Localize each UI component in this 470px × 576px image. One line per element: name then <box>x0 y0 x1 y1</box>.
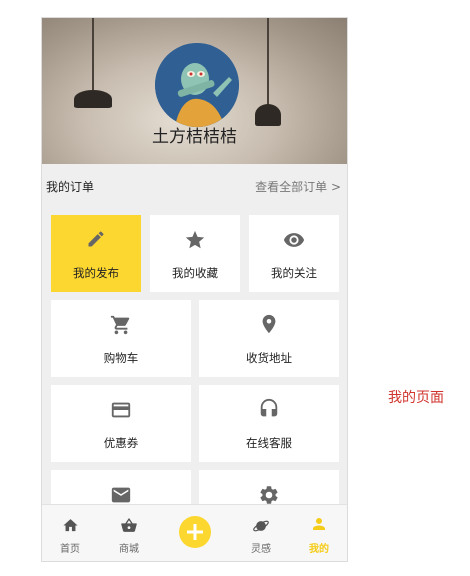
tile-coupons[interactable]: 优惠券 <box>51 385 191 462</box>
orders-title: 我的订单 <box>46 180 95 194</box>
shopping-basket-icon <box>121 518 137 532</box>
lamp-cord <box>92 18 94 90</box>
tab-mall[interactable]: 商城 <box>109 505 149 561</box>
publish-plus-button[interactable] <box>179 516 211 548</box>
tab-label: 我的 <box>309 544 329 555</box>
tile-my-follows[interactable]: 我的关注 <box>249 215 339 292</box>
tile-label: 我的收藏 <box>172 266 218 280</box>
planet-icon <box>253 520 269 532</box>
plus-icon <box>187 524 203 540</box>
profile-name: 土方桔桔桔 <box>152 127 237 147</box>
headphones-icon <box>260 398 278 417</box>
tile-label: 收货地址 <box>246 351 292 365</box>
page-caption: 我的页面 <box>388 390 444 406</box>
tile-label: 优惠券 <box>103 436 139 450</box>
bottom-tab-bar: 首页 商城 灵感 我的 <box>42 504 347 561</box>
tab-mine[interactable]: 我的 <box>299 505 339 561</box>
view-all-orders-link[interactable]: 查看全部订单 > <box>255 178 341 195</box>
tile-label: 购物车 <box>103 351 139 365</box>
tile-my-favorites[interactable]: 我的收藏 <box>150 215 240 292</box>
tile-customer-service[interactable]: 在线客服 <box>199 385 339 462</box>
tile-label: 在线客服 <box>246 436 292 450</box>
star-icon <box>185 230 205 249</box>
tile-my-posts[interactable]: 我的发布 <box>51 215 141 292</box>
avatar[interactable] <box>155 43 239 127</box>
pencil-icon <box>88 231 104 247</box>
tile-address[interactable]: 收货地址 <box>199 300 339 377</box>
orders-header: 我的订单 查看全部订单 > <box>42 164 347 206</box>
mail-icon <box>111 487 131 503</box>
tab-label: 灵感 <box>251 544 271 555</box>
location-pin-icon <box>262 314 276 334</box>
profile-header: 土方桔桔桔 <box>42 18 347 164</box>
tab-label: 商城 <box>119 544 139 555</box>
tile-label: 我的发布 <box>73 266 119 280</box>
credit-card-icon <box>111 402 131 418</box>
tile-label: 我的关注 <box>271 266 317 280</box>
cart-icon <box>110 315 130 335</box>
tile-cart[interactable]: 购物车 <box>51 300 191 377</box>
gear-icon <box>260 486 278 504</box>
tab-home[interactable]: 首页 <box>50 505 90 561</box>
person-icon <box>313 518 325 530</box>
lamp-shade <box>74 90 112 108</box>
tab-label: 首页 <box>60 544 80 555</box>
eye-icon <box>283 233 305 247</box>
lamp-cord <box>267 18 269 106</box>
phone-frame: 土方桔桔桔 我的订单 查看全部订单 > 我的发布 我的收藏 我的关注 购物车 收… <box>41 17 348 562</box>
tab-inspiration[interactable]: 灵感 <box>241 505 281 561</box>
home-icon <box>63 519 78 532</box>
